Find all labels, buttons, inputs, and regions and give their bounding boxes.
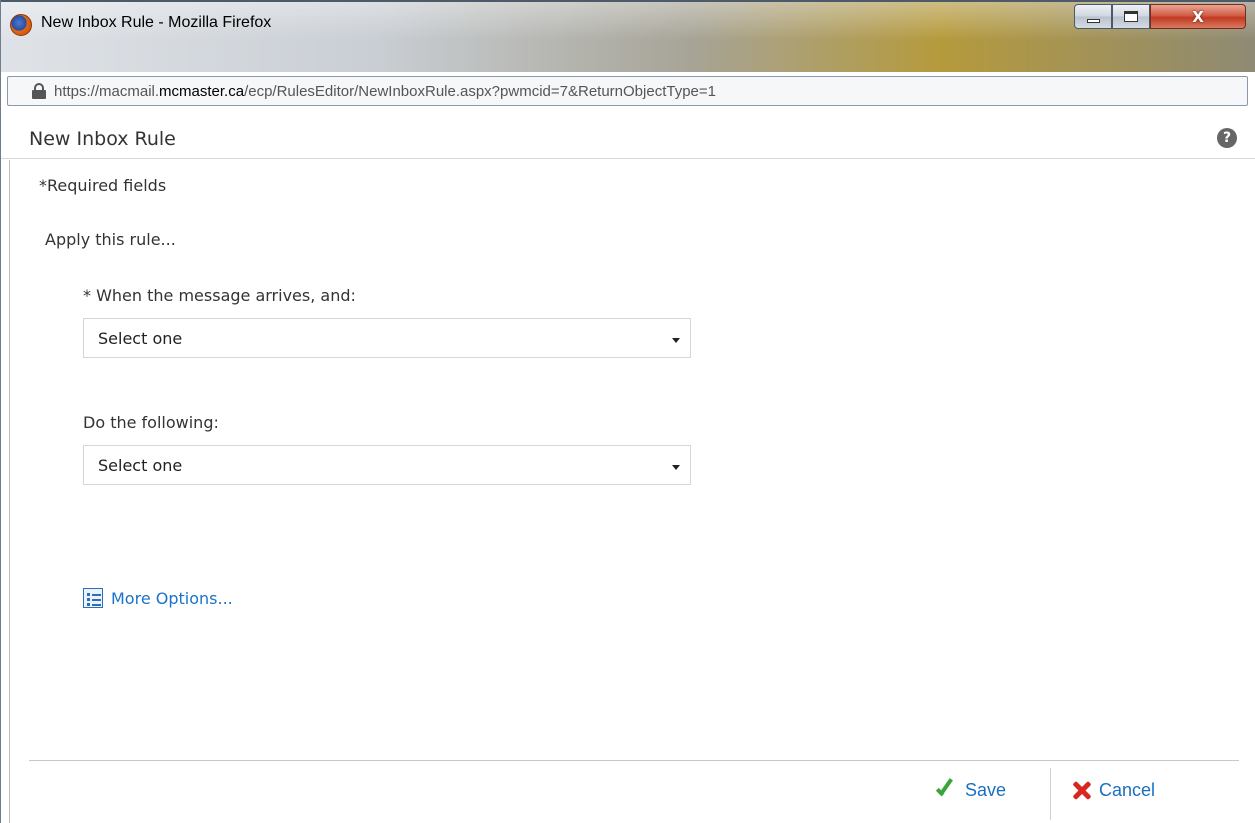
chevron-down-icon (672, 338, 680, 343)
firefox-icon (10, 14, 32, 36)
title-bar[interactable]: New Inbox Rule - Mozilla Firefox X (1, 0, 1255, 72)
left-divider (9, 160, 10, 823)
maximize-button[interactable] (1112, 4, 1150, 29)
help-icon[interactable]: ? (1217, 128, 1237, 148)
url-host: mcmaster.ca (159, 82, 245, 100)
minimize-button[interactable] (1074, 4, 1112, 29)
list-icon (83, 588, 103, 608)
chevron-down-icon (672, 465, 680, 470)
footer-divider (29, 760, 1239, 761)
save-button[interactable]: Save (935, 779, 1006, 801)
page-header: New Inbox Rule ? (1, 123, 1255, 159)
minimize-icon (1086, 18, 1100, 23)
page-title: New Inbox Rule (29, 128, 176, 150)
more-options-text: More Options... (111, 588, 233, 608)
address-bar[interactable]: https://macmail.mcmaster.ca/ecp/RulesEdi… (7, 76, 1248, 106)
action-select[interactable]: Select one (83, 445, 691, 485)
window-title: New Inbox Rule - Mozilla Firefox (41, 14, 272, 31)
action-select-value: Select one (98, 455, 183, 475)
condition-select[interactable]: Select one (83, 318, 691, 358)
apply-rule-label: Apply this rule... (45, 230, 176, 249)
required-fields-note: *Required fields (39, 176, 167, 195)
close-button[interactable]: X (1150, 4, 1246, 29)
cancel-button[interactable]: Cancel (1071, 779, 1155, 801)
url-prefix: https://macmail. (54, 82, 160, 100)
cancel-button-label: Cancel (1099, 779, 1156, 800)
more-options-link[interactable]: More Options... (83, 588, 233, 608)
browser-window: New Inbox Rule - Mozilla Firefox X https… (0, 0, 1255, 823)
save-button-label: Save (965, 779, 1007, 800)
lock-icon (32, 83, 46, 99)
maximize-icon (1124, 11, 1138, 22)
checkmark-icon (935, 779, 957, 801)
footer-button-separator (1050, 768, 1051, 820)
close-icon: X (1192, 7, 1204, 26)
condition-select-value: Select one (98, 328, 183, 348)
url-suffix: /ecp/RulesEditor/NewInboxRule.aspx?pwmci… (244, 82, 716, 100)
condition-label: * When the message arrives, and: (83, 286, 356, 305)
action-label: Do the following: (83, 413, 219, 432)
cancel-x-icon (1071, 779, 1093, 801)
url-text[interactable]: https://macmail.mcmaster.ca/ecp/RulesEdi… (54, 83, 716, 100)
